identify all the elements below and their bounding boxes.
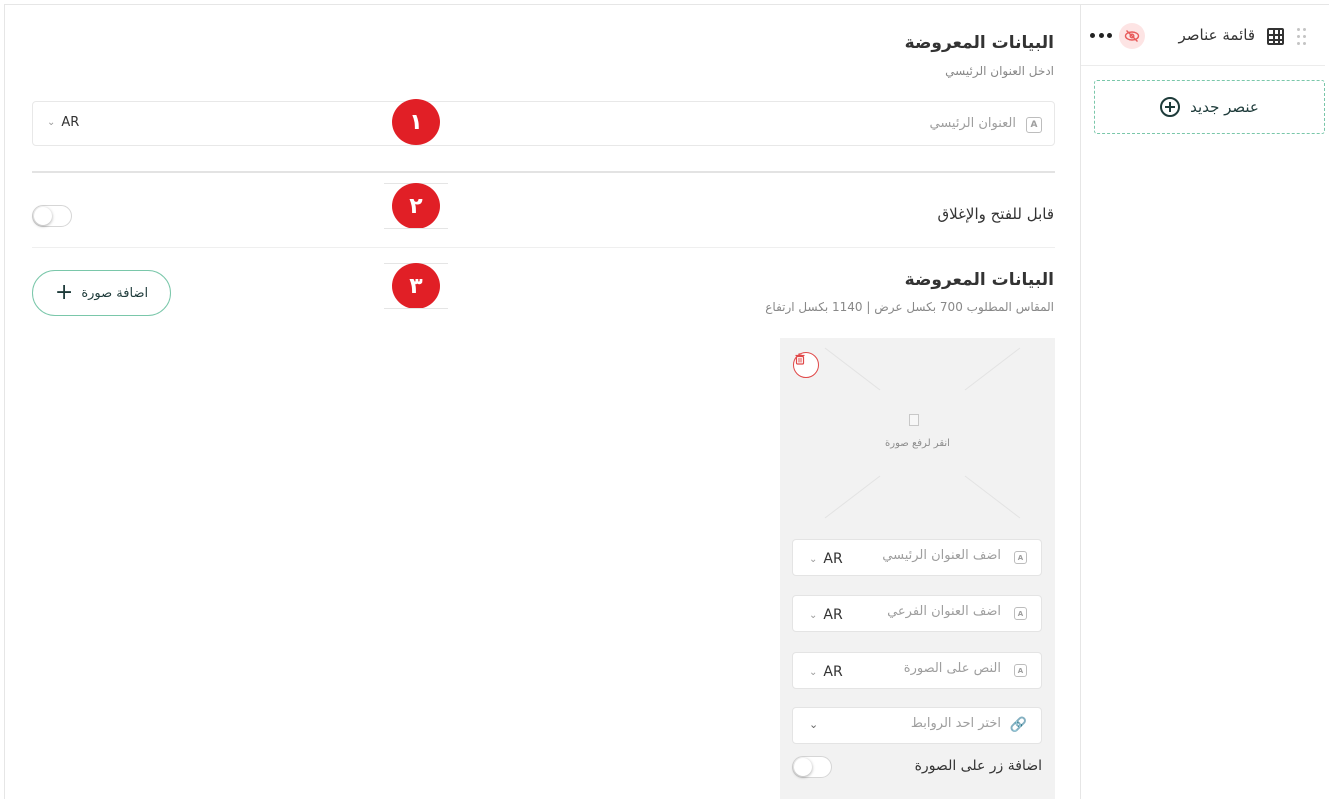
section-title: البيانات المعروضة xyxy=(904,33,1054,53)
image-text-field[interactable]: A النص على الصورة AR ⌄ xyxy=(792,652,1042,689)
images-size-hint: المقاس المطلوب 700 بكسل عرض | 1140 بكسل … xyxy=(765,300,1054,314)
image-title-field[interactable]: A اضف العنوان الرئيسي AR ⌄ xyxy=(792,539,1042,576)
text-field-icon: A xyxy=(1014,607,1027,620)
chevron-down-icon: ⌄ xyxy=(809,553,818,565)
upload-hint: انقر لرفع صورة xyxy=(885,438,950,449)
collapsible-toggle[interactable] xyxy=(32,205,72,227)
image-upload-area[interactable]: انقر لرفع صورة xyxy=(780,338,1055,533)
link-icon: 🔗 xyxy=(1009,717,1027,733)
add-image-label: اضافة صورة xyxy=(81,285,149,301)
step-badge-1: ١ xyxy=(384,99,448,145)
image-button-toggle-label: اضافة زر على الصورة xyxy=(914,758,1042,774)
text-field-icon: A xyxy=(1014,551,1027,564)
link-select-placeholder: اختر احد الروابط xyxy=(910,716,1001,731)
step-badge-number: ٢ xyxy=(392,183,440,229)
text-field-icon: A xyxy=(1014,664,1027,677)
image-title-placeholder: اضف العنوان الرئيسي xyxy=(882,548,1001,563)
language-label: AR xyxy=(823,551,843,567)
section-divider xyxy=(32,247,1055,248)
language-selector[interactable]: AR ⌄ xyxy=(809,607,843,623)
visibility-off-icon[interactable] xyxy=(1119,23,1145,49)
placeholder-cross-lines xyxy=(824,347,1021,519)
table-grid-icon xyxy=(1267,28,1284,45)
image-file-icon xyxy=(909,414,919,426)
language-label: AR xyxy=(61,115,80,130)
badge-guide-line xyxy=(384,228,448,229)
plus-circle-icon xyxy=(1160,97,1181,117)
trash-icon xyxy=(795,353,805,365)
step-badge-2: ٢ xyxy=(384,183,448,229)
new-item-button[interactable]: عنصر جديد xyxy=(1094,80,1325,134)
image-text-placeholder: النص على الصورة xyxy=(903,661,1001,676)
plus-icon: + xyxy=(54,280,74,305)
drag-handle-icon[interactable] xyxy=(1297,28,1307,46)
chevron-down-icon: ⌄ xyxy=(47,117,56,128)
image-card: انقر لرفع صورة A اضف العنوان الرئيسي AR … xyxy=(780,338,1055,799)
main-title-placeholder: العنوان الرئيسي xyxy=(929,116,1017,131)
step-badge-number: ٣ xyxy=(392,263,440,309)
image-subtitle-field[interactable]: A اضف العنوان الفرعي AR ⌄ xyxy=(792,595,1042,632)
add-image-button[interactable]: اضافة صورة + xyxy=(32,270,171,316)
chevron-down-icon: ⌄ xyxy=(809,609,818,621)
text-field-icon: A xyxy=(1026,117,1042,133)
badge-guide-line xyxy=(384,308,448,309)
link-select[interactable]: 🔗 اختر احد الروابط ⌄ xyxy=(792,707,1042,744)
section-divider xyxy=(32,171,1055,173)
chevron-down-icon: ⌄ xyxy=(809,718,819,731)
sidebar-title: قائمة عناصر xyxy=(1178,26,1255,44)
language-label: AR xyxy=(823,664,843,680)
language-label: AR xyxy=(823,607,843,623)
language-selector[interactable]: AR ⌄ xyxy=(809,664,843,680)
collapsible-toggle-label: قابل للفتح والإغلاق xyxy=(937,205,1054,223)
main-title-field[interactable]: A العنوان الرئيسي ⌄ AR xyxy=(32,101,1055,146)
more-options-icon[interactable] xyxy=(1090,33,1112,39)
chevron-down-icon: ⌄ xyxy=(809,666,818,678)
delete-image-button[interactable] xyxy=(793,352,819,378)
step-badge-3: ٣ xyxy=(384,263,448,309)
step-badge-number: ١ xyxy=(392,99,440,145)
images-section-title: البيانات المعروضة xyxy=(904,270,1054,290)
section-subtitle: ادخل العنوان الرئيسي xyxy=(945,64,1054,78)
image-button-toggle[interactable] xyxy=(792,756,832,778)
language-selector[interactable]: AR ⌄ xyxy=(809,551,843,567)
image-subtitle-placeholder: اضف العنوان الفرعي xyxy=(887,604,1001,619)
language-selector[interactable]: ⌄ AR xyxy=(47,115,79,130)
new-item-label: عنصر جديد xyxy=(1190,98,1259,116)
